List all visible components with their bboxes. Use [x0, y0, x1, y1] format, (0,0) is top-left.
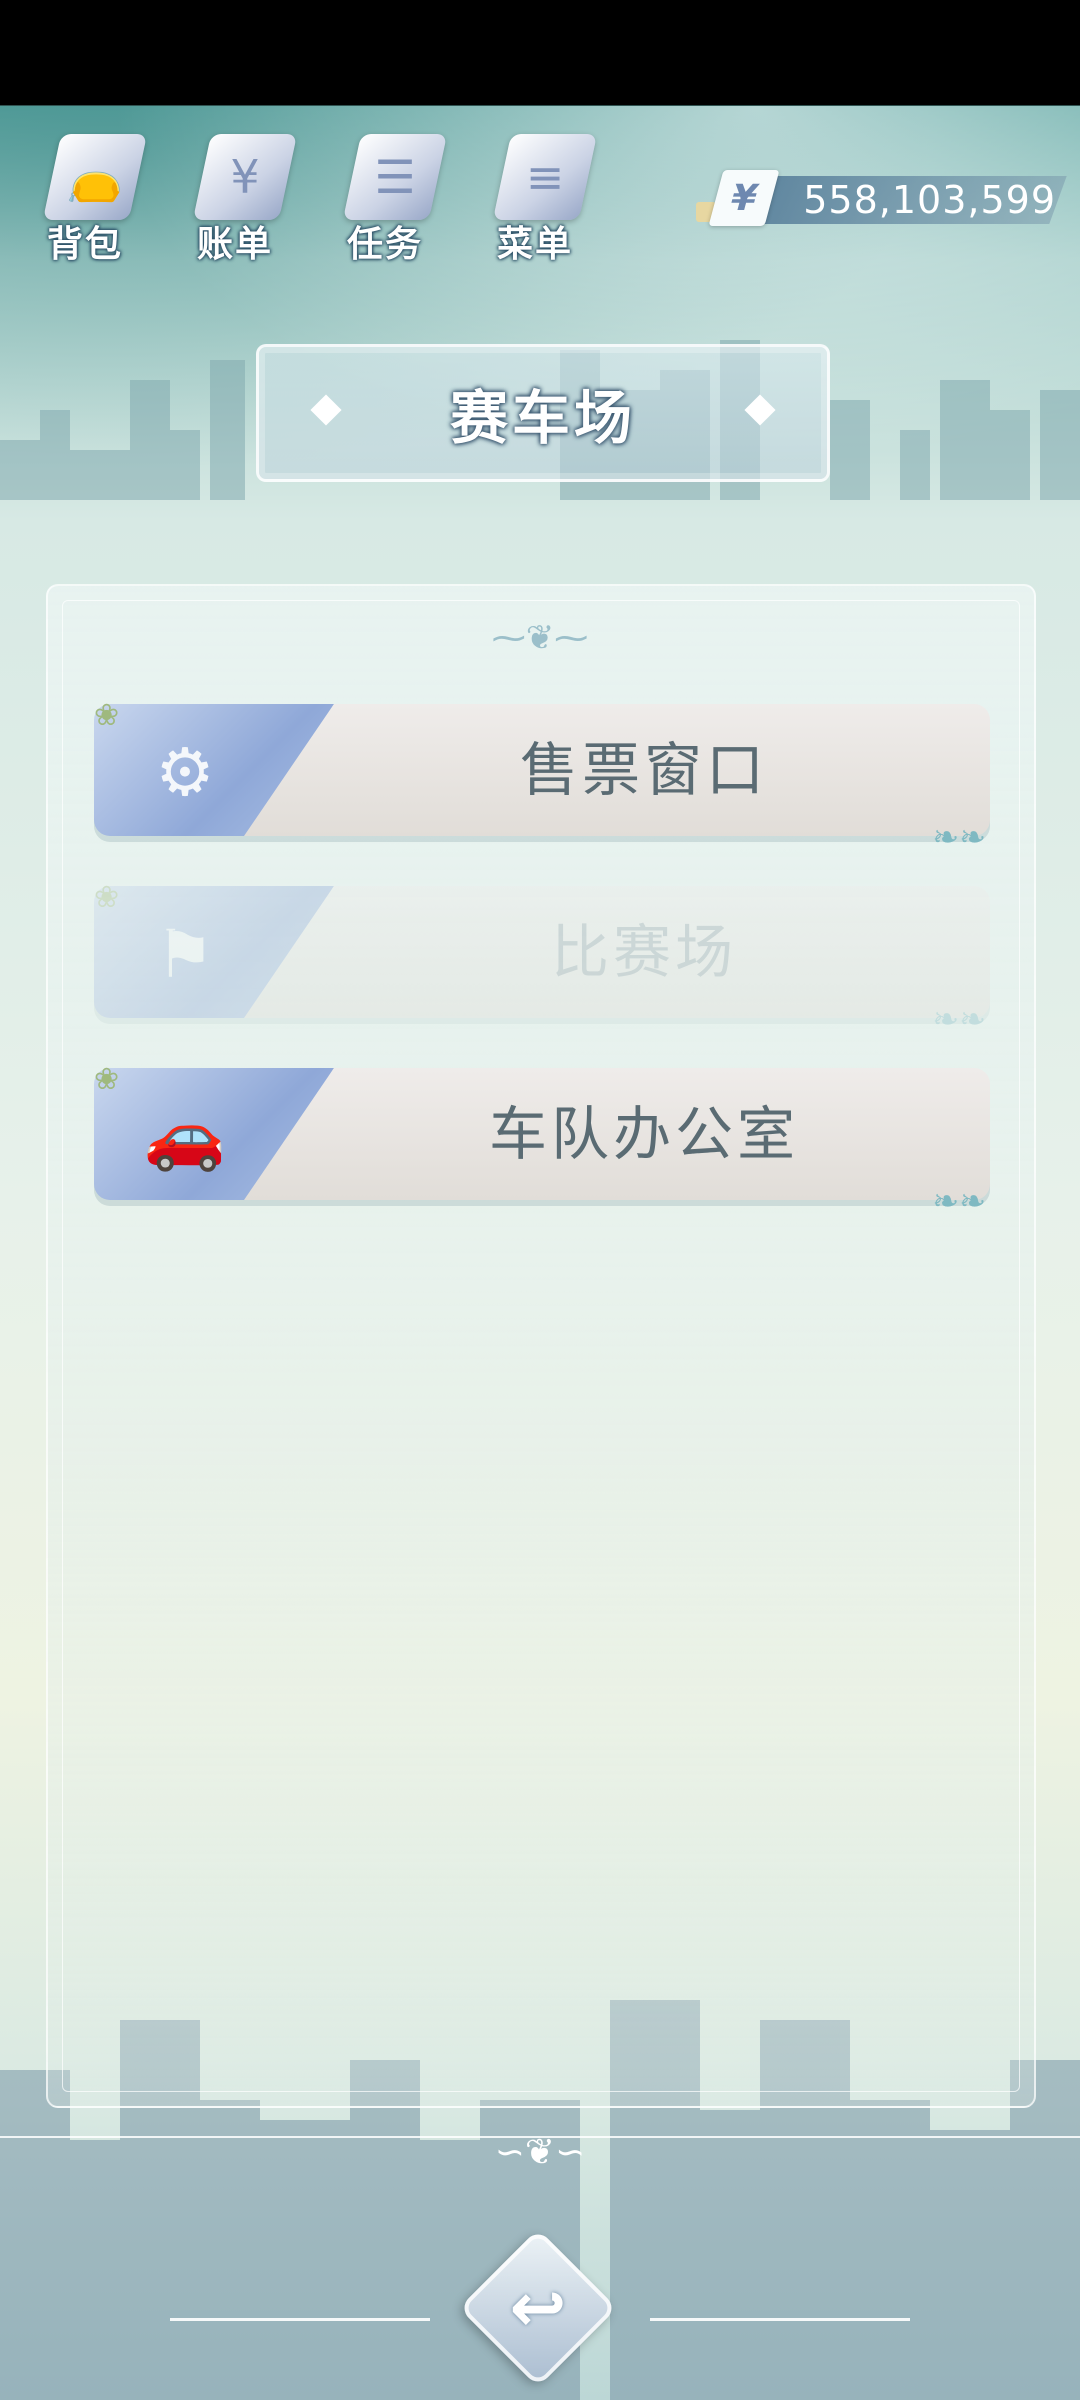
currency-display: ¥ 558,103,599: [696, 170, 1067, 230]
menu-item-team-office[interactable]: 🚗 ❀ 车队办公室 ❧❧: [94, 1062, 990, 1220]
scroll-ornament-bottom: ∽❦∽: [494, 2132, 586, 2173]
menu-item-label: 车队办公室: [488, 1100, 799, 1168]
leaf-ornament-icon: ❧❧: [932, 818, 986, 856]
bottom-line-right: [650, 2318, 910, 2321]
return-arrow-icon: ↩: [509, 2268, 567, 2348]
flower-ornament-icon: ❀: [94, 880, 120, 915]
wheel-icon: ⚙: [155, 733, 215, 811]
back-button[interactable]: ↩: [458, 2228, 618, 2388]
nav-button-bag[interactable]: 👝 背包: [30, 120, 150, 270]
page-title: 赛车场: [449, 384, 636, 452]
bag-icon: 👝: [66, 149, 124, 204]
menu-item-label: 售票窗口: [519, 736, 768, 804]
menu-item-label: 比赛场: [550, 918, 737, 986]
leaf-ornament-icon: ❧❧: [932, 1182, 986, 1220]
leaf-ornament-icon: ❧❧: [932, 1000, 986, 1038]
flower-ornament-icon: ❀: [94, 1062, 120, 1097]
nav-label-menu: 菜单: [496, 224, 573, 265]
menu-item-race-arena: ⚑ ❀ 比赛场 ❧❧: [94, 880, 990, 1038]
bill-icon: ¥: [230, 150, 260, 204]
cars-icon: 🚗: [143, 1097, 227, 1174]
nav-label-task: 任务: [346, 224, 423, 265]
nav-button-bill[interactable]: ¥ 账单: [180, 120, 300, 270]
nav-button-menu[interactable]: ≡ 菜单: [480, 120, 600, 270]
top-bar: 👝 背包 ¥ 账单 ☰ 任务 ≡ 菜单 ¥ 558,103,599: [0, 110, 1080, 270]
nav-label-bag: 背包: [46, 224, 123, 265]
menu-icon: ≡: [525, 150, 565, 204]
menu-item-ticket-window[interactable]: ⚙ ❀ 售票窗口 ❧❧: [94, 698, 990, 856]
scroll-ornament-top: ⁓❦⁓: [491, 618, 589, 658]
location-title-plate: 赛车场: [256, 344, 830, 482]
race-flag-icon: ⚑: [155, 915, 215, 993]
task-icon: ☰: [374, 150, 416, 204]
bottom-line-left: [170, 2318, 430, 2321]
flower-ornament-icon: ❀: [94, 698, 120, 733]
currency-amount: 558,103,599: [803, 178, 1056, 222]
nav-button-task[interactable]: ☰ 任务: [330, 120, 450, 270]
nav-label-bill: 账单: [196, 224, 273, 265]
